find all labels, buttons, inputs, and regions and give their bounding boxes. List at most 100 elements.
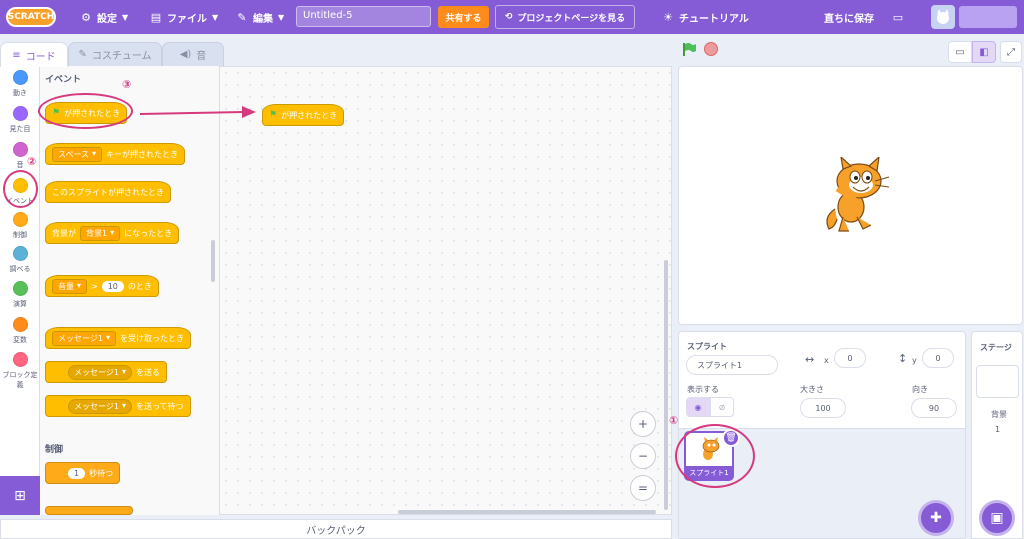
size-input[interactable]: 100: [800, 398, 846, 418]
settings-menu[interactable]: ⚙ 設定 ▼: [80, 0, 128, 34]
category-looks[interactable]: 見た目: [0, 106, 40, 134]
block-when-key-pressed[interactable]: スペース ▾ キーが押されたとき: [45, 143, 186, 165]
zoom-in-icon: +: [637, 417, 649, 431]
tab-sounds[interactable]: ◀) 音: [162, 42, 224, 67]
tab-code-label: コード: [25, 51, 56, 63]
project-title-input[interactable]: Untitled-5: [296, 6, 431, 27]
dropdown-value: メッセージ1: [74, 367, 119, 377]
my-stuff-button[interactable]: ▭: [892, 0, 904, 34]
message-dropdown[interactable]: メッセージ1 ▾: [68, 364, 132, 380]
category-motion[interactable]: 動き: [0, 70, 40, 98]
brush-icon: ✎: [78, 49, 87, 60]
choose-sprite-button[interactable]: ✚: [918, 500, 954, 536]
backpack[interactable]: バックパック: [0, 519, 672, 539]
category-label: 調べる: [9, 265, 31, 273]
image-add-icon: ▣: [990, 510, 1004, 526]
settings-label: 設定: [97, 13, 117, 25]
category-variables[interactable]: 変数: [0, 317, 40, 345]
category-control[interactable]: 制御: [0, 212, 40, 240]
edit-menu[interactable]: ✎ 編集 ▼: [236, 0, 284, 34]
zoom-reset-icon: =: [637, 481, 649, 495]
tutorials-button[interactable]: ☀ チュートリアル: [662, 0, 749, 34]
block-when-backdrop-switches[interactable]: 背景が 背景1 ▾ になったとき: [45, 222, 180, 244]
stage[interactable]: [678, 66, 1023, 325]
block-broadcast[interactable]: メッセージ1 ▾ を送る: [45, 361, 167, 383]
small-stage-button[interactable]: ▭: [948, 41, 972, 63]
folder-icon: ▭: [892, 10, 904, 24]
script-block-when-flag-clicked[interactable]: ⚑ が押されたとき: [262, 104, 345, 126]
loudness-dropdown[interactable]: 音量 ▾: [52, 278, 88, 294]
avatar[interactable]: [931, 5, 955, 29]
small-stage-icon: ▭: [955, 46, 965, 58]
see-project-page-label: プロジェクトページを見る: [517, 13, 626, 24]
chevron-down-icon: ▼: [212, 12, 219, 22]
category-my-blocks[interactable]: ブロック定義: [0, 352, 40, 390]
message-dropdown[interactable]: メッセージ1 ▾: [52, 330, 116, 346]
scratch-logo[interactable]: SCRATCH: [6, 7, 56, 27]
category-operators[interactable]: 演算: [0, 281, 40, 309]
add-extension-button[interactable]: ⊞: [0, 476, 40, 515]
block-when-i-receive[interactable]: メッセージ1 ▾ を受け取ったとき: [45, 327, 191, 349]
chevron-down-icon: ▾: [105, 332, 110, 342]
wait-value-input[interactable]: 1: [68, 467, 86, 479]
save-now-button[interactable]: 直ちに保存: [824, 0, 874, 34]
show-hidden-button[interactable]: ⊘: [710, 397, 734, 417]
dropdown-value: メッセージ1: [58, 333, 103, 343]
x-input[interactable]: 0: [834, 348, 866, 368]
block-broadcast-and-wait[interactable]: メッセージ1 ▾ を送って待つ: [45, 395, 191, 417]
backdrop-thumbnail[interactable]: [976, 365, 1019, 398]
category-sensing[interactable]: 調べる: [0, 246, 40, 274]
block-text: 背景が: [52, 228, 76, 238]
message-dropdown[interactable]: メッセージ1 ▾: [68, 398, 132, 414]
file-menu[interactable]: ▤ ファイル ▼: [150, 0, 218, 34]
loudness-value-input[interactable]: 10: [101, 280, 124, 292]
share-button[interactable]: 共有する: [438, 6, 489, 28]
block-text: が押されたとき: [281, 110, 338, 120]
zoom-in-button[interactable]: +: [630, 411, 656, 437]
dropdown-value: 背景1: [86, 228, 108, 238]
category-label: 動き: [13, 89, 27, 97]
script-scrollbar-vertical[interactable]: [664, 260, 668, 510]
stage-panel-title: ステージ: [980, 343, 1012, 352]
zoom-out-button[interactable]: −: [630, 443, 656, 469]
block-when-sprite-clicked[interactable]: このスプライトが押されたとき: [45, 181, 171, 203]
script-area[interactable]: [220, 66, 672, 515]
block-partial[interactable]: [45, 506, 133, 515]
block-text: になったとき: [124, 228, 173, 238]
direction-input[interactable]: 90: [911, 398, 957, 418]
script-scrollbar-horizontal[interactable]: [398, 510, 656, 514]
cat-add-icon: ✚: [930, 510, 942, 526]
tab-code[interactable]: ≡ コード: [0, 42, 68, 67]
cat-sprite[interactable]: [817, 157, 893, 237]
block-wait[interactable]: 1 秒待つ: [45, 462, 121, 484]
large-stage-button[interactable]: ◧: [972, 41, 996, 63]
choose-backdrop-button[interactable]: ▣: [979, 500, 1015, 536]
block-when-loudness[interactable]: 音量 ▾ > 10 のとき: [45, 275, 159, 297]
backdrops-count: 1: [995, 425, 1001, 434]
chevron-down-icon: ▾: [121, 400, 126, 410]
zoom-reset-button[interactable]: =: [630, 475, 656, 501]
annotation-number-three: ③: [122, 78, 132, 91]
green-flag-button[interactable]: [681, 41, 697, 57]
key-dropdown[interactable]: スペース ▾: [52, 146, 103, 162]
sprite-name-input[interactable]: スプライト1: [686, 355, 778, 375]
category-menu: 動き 見た目 音 イベント 制御 調べる 演算 変数 ブロック定義: [0, 66, 40, 515]
stop-button[interactable]: [704, 42, 718, 56]
y-input[interactable]: 0: [922, 348, 954, 368]
tab-costumes[interactable]: ✎ コスチューム: [68, 42, 162, 67]
show-visible-button[interactable]: ◉: [686, 397, 710, 417]
y-label: y: [912, 356, 917, 365]
backdrop-dropdown[interactable]: 背景1 ▾: [80, 225, 121, 241]
y-arrows-icon: ↕: [898, 352, 908, 365]
account-menu[interactable]: [959, 6, 1017, 28]
fullscreen-icon: ⤢: [1007, 46, 1015, 58]
see-project-page-button[interactable]: ⟲ プロジェクトページを見る: [495, 5, 635, 29]
x-arrows-icon: ↔: [805, 353, 815, 366]
annotation-ring-events-category: [3, 170, 38, 208]
palette-scrollbar[interactable]: [211, 240, 215, 282]
category-dot-icon: [12, 106, 28, 121]
dropdown-value: スペース: [58, 149, 90, 159]
category-label: ブロック定義: [2, 371, 38, 389]
fullscreen-button[interactable]: ⤢: [1000, 41, 1022, 63]
category-dot-icon: [12, 352, 28, 367]
